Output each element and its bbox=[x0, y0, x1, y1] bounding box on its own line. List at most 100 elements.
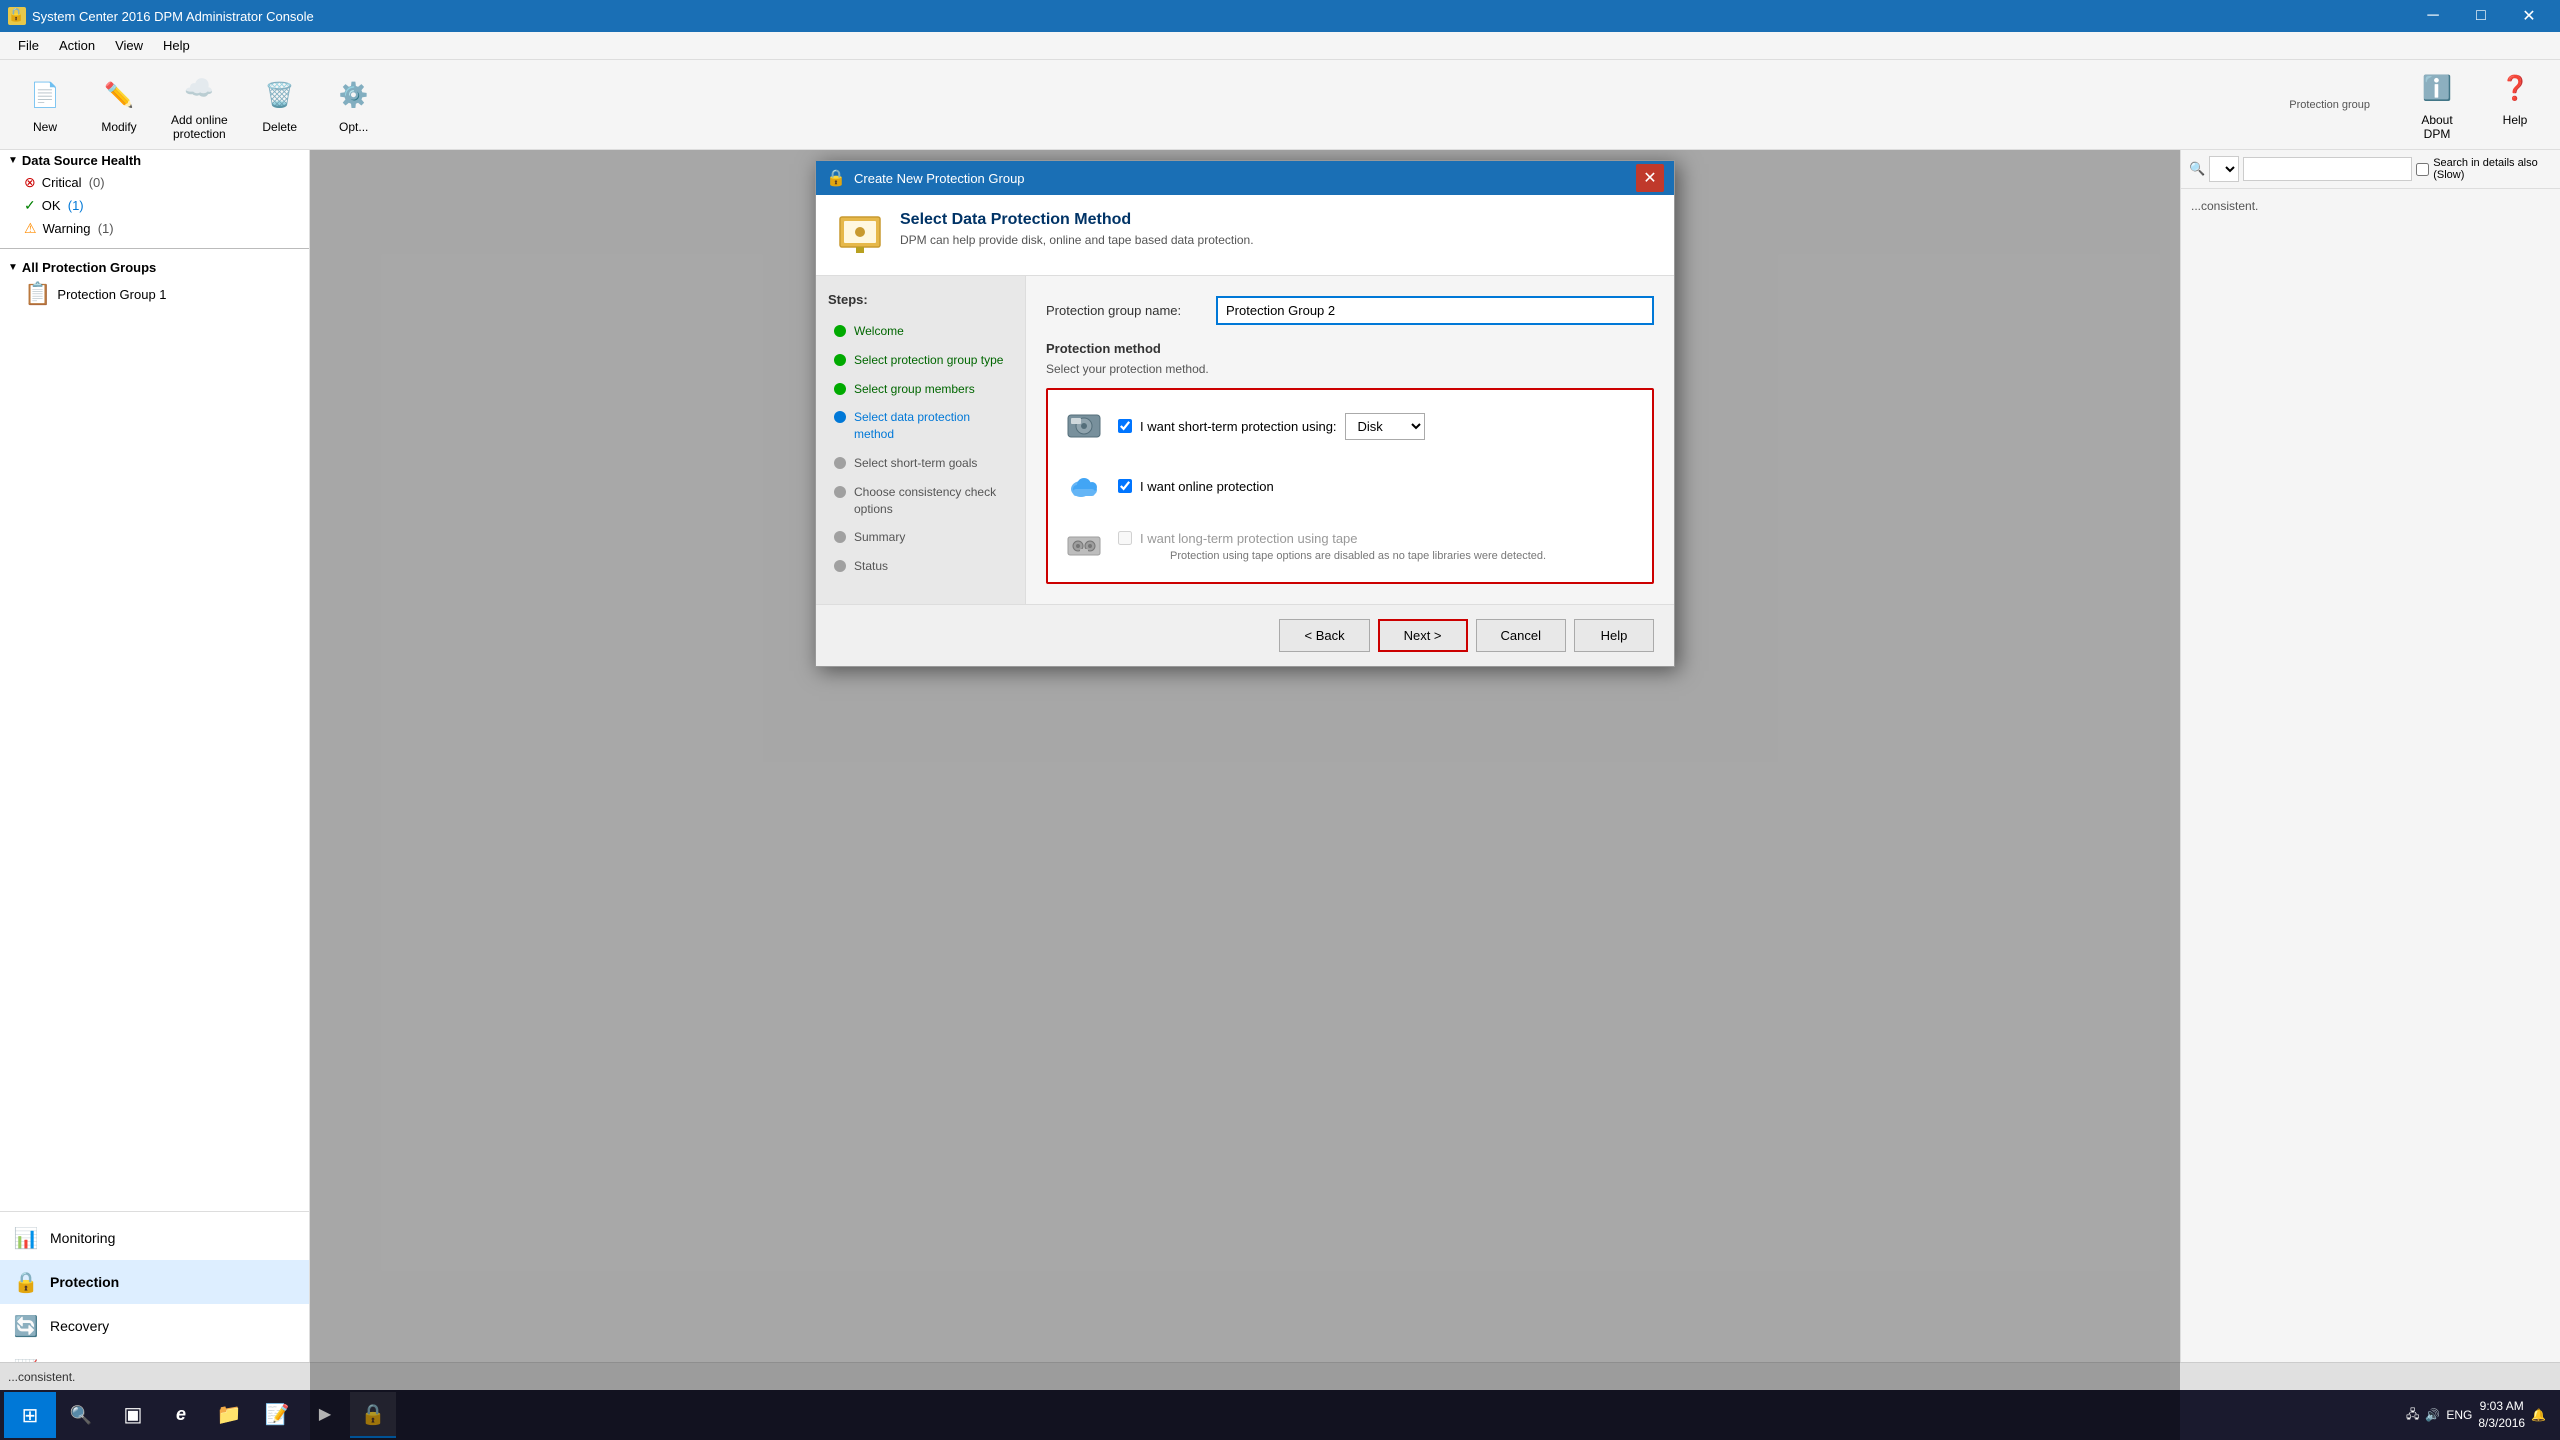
step-dot-welcome bbox=[834, 325, 846, 337]
dialog-main-title: Select Data Protection Method bbox=[900, 211, 1254, 229]
new-label: New bbox=[33, 120, 57, 134]
sidebar-item-ok[interactable]: ✓ OK (1) bbox=[16, 194, 309, 217]
search-scope-dropdown[interactable] bbox=[2209, 156, 2239, 182]
step-short-term[interactable]: Select short-term goals bbox=[828, 451, 1013, 476]
sidebar-item-pg1[interactable]: 📋 Protection Group 1 bbox=[16, 278, 309, 310]
online-label[interactable]: I want online protection bbox=[1140, 479, 1274, 494]
step-dot-members bbox=[834, 383, 846, 395]
toolbar-optimize-button[interactable]: ⚙️ Opt... bbox=[319, 69, 389, 141]
step-select-type[interactable]: Select protection group type bbox=[828, 348, 1013, 373]
warning-icon: ⚠ bbox=[24, 220, 37, 237]
menu-action[interactable]: Action bbox=[49, 34, 105, 57]
toolbar-new-button[interactable]: 📄 New bbox=[10, 69, 80, 141]
step-dot-status bbox=[834, 560, 846, 572]
toolbar-add-online-button[interactable]: ☁️ Add onlineprotection bbox=[158, 62, 241, 148]
tray-notification-icon[interactable]: 🔔 bbox=[2531, 1408, 2546, 1422]
pg-name-input[interactable] bbox=[1216, 296, 1654, 325]
dialog-form-content: Protection group name: Protection method… bbox=[1026, 276, 1674, 604]
taskbar-tray: 🖧 🔊 ENG 9:03 AM 8/3/2016 🔔 bbox=[2406, 1398, 2556, 1432]
start-button[interactable]: ⊞ bbox=[4, 1392, 56, 1438]
taskbar-notes[interactable]: 📝 bbox=[254, 1392, 300, 1438]
tape-option-content: I want long-term protection using tape P… bbox=[1118, 531, 1546, 562]
modify-label: Modify bbox=[101, 120, 136, 134]
next-button[interactable]: Next > bbox=[1378, 619, 1468, 652]
toolbar: 📄 New ✏️ Modify ☁️ Add onlineprotection … bbox=[0, 60, 2560, 150]
help-button[interactable]: Help bbox=[1574, 619, 1654, 652]
critical-label: Critical (0) bbox=[42, 175, 105, 190]
pg1-icon: 📋 bbox=[24, 281, 51, 307]
step-status[interactable]: Status bbox=[828, 554, 1013, 579]
dialog-header-text: Select Data Protection Method DPM can he… bbox=[900, 211, 1254, 247]
menu-view[interactable]: View bbox=[105, 34, 153, 57]
monitoring-icon: 📊 bbox=[12, 1224, 40, 1252]
cancel-button[interactable]: Cancel bbox=[1476, 619, 1566, 652]
title-bar: 🔒 System Center 2016 DPM Administrator C… bbox=[0, 0, 2560, 32]
add-online-icon: ☁️ bbox=[179, 69, 219, 109]
search-bar: 🔍 Search in details also (Slow) bbox=[2181, 150, 2560, 189]
toolbar-delete-button[interactable]: 🗑️ Delete bbox=[245, 69, 315, 141]
cloud-icon bbox=[1064, 466, 1104, 506]
toolbar-about-button[interactable]: ℹ️ AboutDPM bbox=[2402, 62, 2472, 148]
minimize-button[interactable]: ─ bbox=[2410, 0, 2456, 32]
pg-arrow: ▼ bbox=[8, 262, 18, 273]
step-consistency[interactable]: Choose consistency check options bbox=[828, 480, 1013, 522]
pg-name-label: Protection group name: bbox=[1046, 303, 1206, 318]
right-panel: 🔍 Search in details also (Slow) ...consi… bbox=[2180, 150, 2560, 1440]
disk-icon bbox=[1064, 406, 1104, 446]
recovery-icon: 🔄 bbox=[12, 1312, 40, 1340]
sidebar-item-warning[interactable]: ⚠ Warning (1) bbox=[16, 217, 309, 240]
taskbar-task-view[interactable]: ▣ bbox=[110, 1392, 156, 1438]
section-title: Data Source Health bbox=[22, 153, 141, 168]
step-summary[interactable]: Summary bbox=[828, 525, 1013, 550]
taskbar-edge[interactable]: e bbox=[158, 1392, 204, 1438]
delete-label: Delete bbox=[262, 120, 297, 134]
nav-monitoring[interactable]: 📊 Monitoring bbox=[0, 1216, 309, 1260]
short-term-checkbox[interactable] bbox=[1118, 419, 1132, 433]
tray-network-icon: 🖧 bbox=[2406, 1405, 2419, 1426]
all-pg-title: All Protection Groups bbox=[22, 260, 156, 275]
search-input[interactable] bbox=[2243, 157, 2412, 181]
option-tape: I want long-term protection using tape P… bbox=[1064, 526, 1636, 566]
taskbar-time-display: 9:03 AM bbox=[2478, 1398, 2525, 1415]
search-details-checkbox[interactable] bbox=[2416, 163, 2429, 176]
critical-icon: ⊗ bbox=[24, 174, 36, 191]
section-all-protection-groups[interactable]: ▼ All Protection Groups bbox=[0, 257, 309, 278]
menu-bar: File Action View Help bbox=[0, 32, 2560, 60]
toolbar-help-button[interactable]: ❓ Help bbox=[2480, 62, 2550, 148]
protection-method-section: Protection method Select your protection… bbox=[1046, 341, 1654, 584]
modify-icon: ✏️ bbox=[99, 76, 139, 116]
back-button[interactable]: < Back bbox=[1279, 619, 1369, 652]
maximize-button[interactable]: □ bbox=[2458, 0, 2504, 32]
taskbar-file-explorer[interactable]: 📁 bbox=[206, 1392, 252, 1438]
dialog-close-button[interactable]: ✕ bbox=[1636, 164, 1664, 192]
help-icon: ❓ bbox=[2495, 69, 2535, 109]
step-welcome[interactable]: Welcome bbox=[828, 319, 1013, 344]
protection-method-sub: Select your protection method. bbox=[1046, 362, 1654, 376]
online-checkbox[interactable] bbox=[1118, 479, 1132, 493]
menu-help[interactable]: Help bbox=[153, 34, 200, 57]
step-dot-consistency bbox=[834, 486, 846, 498]
nav-protection[interactable]: 🔒 Protection bbox=[0, 1260, 309, 1304]
step-select-method[interactable]: Select data protection method bbox=[828, 405, 1013, 447]
ok-icon: ✓ bbox=[24, 197, 36, 214]
close-button[interactable]: ✕ bbox=[2506, 0, 2552, 32]
toolbar-modify-button[interactable]: ✏️ Modify bbox=[84, 69, 154, 141]
menu-file[interactable]: File bbox=[8, 34, 49, 57]
short-term-label[interactable]: I want short-term protection using: bbox=[1140, 419, 1337, 434]
step-select-members[interactable]: Select group members bbox=[828, 377, 1013, 402]
protection-type-dropdown[interactable]: Disk Tape bbox=[1345, 413, 1425, 440]
optimize-label: Opt... bbox=[339, 120, 368, 134]
tape-checkbox[interactable] bbox=[1118, 531, 1132, 545]
about-label: AboutDPM bbox=[2421, 113, 2452, 141]
status-text: ...consistent. bbox=[8, 1370, 75, 1384]
taskbar-search-button[interactable]: 🔍 bbox=[58, 1392, 104, 1438]
tape-disabled-text: Protection using tape options are disabl… bbox=[1170, 550, 1546, 562]
section-data-source-health[interactable]: ▼ Data Source Health bbox=[0, 150, 309, 171]
taskbar-date-display: 8/3/2016 bbox=[2478, 1415, 2525, 1432]
step-text-summary: Summary bbox=[854, 529, 905, 546]
step-text-welcome: Welcome bbox=[854, 323, 904, 340]
step-dot-short-term bbox=[834, 457, 846, 469]
about-icon: ℹ️ bbox=[2417, 69, 2457, 109]
nav-recovery[interactable]: 🔄 Recovery bbox=[0, 1304, 309, 1348]
sidebar-item-critical[interactable]: ⊗ Critical (0) bbox=[16, 171, 309, 194]
